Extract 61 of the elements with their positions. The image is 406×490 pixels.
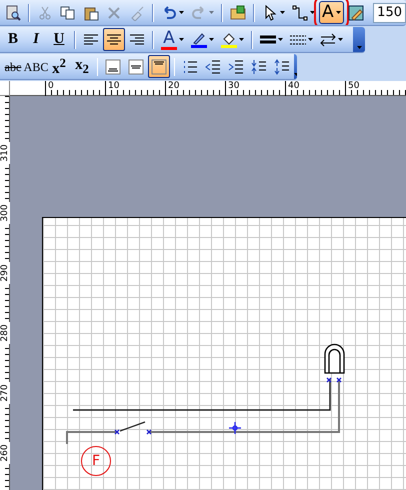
pen-icon [191,32,207,48]
caret-icon [179,11,184,14]
indent-icon [228,58,244,74]
font-color-button[interactable]: A [158,28,187,51]
connection-point-icon [336,377,342,383]
magnifier-icon [5,4,21,20]
color-bar-icon [161,46,177,50]
valign-middle-icon [128,58,144,74]
caret-icon [239,38,244,41]
caret-icon [338,38,343,41]
caret-icon [280,11,285,14]
caret-icon [356,46,362,48]
ruler-label: 290 [0,262,10,284]
caps-button[interactable]: ABC [25,55,47,78]
crosshair-icon [228,421,242,435]
ruler-label: 310 [0,142,10,164]
ruler-label: 300 [0,202,10,224]
lamp-drawing [324,344,345,374]
double-arrow-icon [320,32,336,48]
callout-circle: F [81,446,111,476]
ruler-label: 280 [0,322,10,344]
scissors-icon [37,4,53,20]
toolbar-options-button[interactable] [353,27,365,52]
connection-point-icon [114,429,120,435]
valign-top-button[interactable] [148,55,170,78]
caret-icon [308,38,313,41]
ruler-label: 260 [0,442,10,464]
valign-bottom-icon [105,58,121,74]
pencil-icon [348,4,364,20]
italic-button[interactable]: I [25,28,47,51]
connection-point-icon [146,429,152,435]
align-right-icon [129,32,145,48]
strike-button[interactable]: abc [2,55,24,78]
caret-icon [336,11,341,14]
spacing-icon [251,58,267,74]
caret-icon [179,38,184,41]
superscript-button[interactable]: x$^{2}$ [48,55,70,78]
valign-top-icon [151,58,167,74]
underline-button[interactable]: U [48,28,70,51]
close-icon [106,4,122,20]
copy-icon [60,4,76,20]
zoom-field[interactable]: 150 [373,2,406,22]
caret-icon [310,11,315,14]
ruler-label: 270 [0,382,10,404]
outdent-icon [205,58,221,74]
subscript-button[interactable]: x$_{2}$ [71,55,93,78]
caret-icon [209,11,214,14]
connection-point-icon [326,377,332,383]
connector-icon [292,4,308,20]
paint-bucket-icon [221,32,237,48]
spacing-icon [274,58,290,74]
align-center-button[interactable] [103,28,125,51]
bullet-list-icon [182,58,198,74]
caret-icon [209,38,214,41]
align-left-icon [83,32,99,48]
clipboard-icon [83,4,99,20]
bold-button[interactable]: B [2,28,24,51]
folder-icon [230,4,246,20]
caret-icon [278,38,283,41]
align-center-icon [106,32,122,48]
brush-icon [129,4,145,20]
